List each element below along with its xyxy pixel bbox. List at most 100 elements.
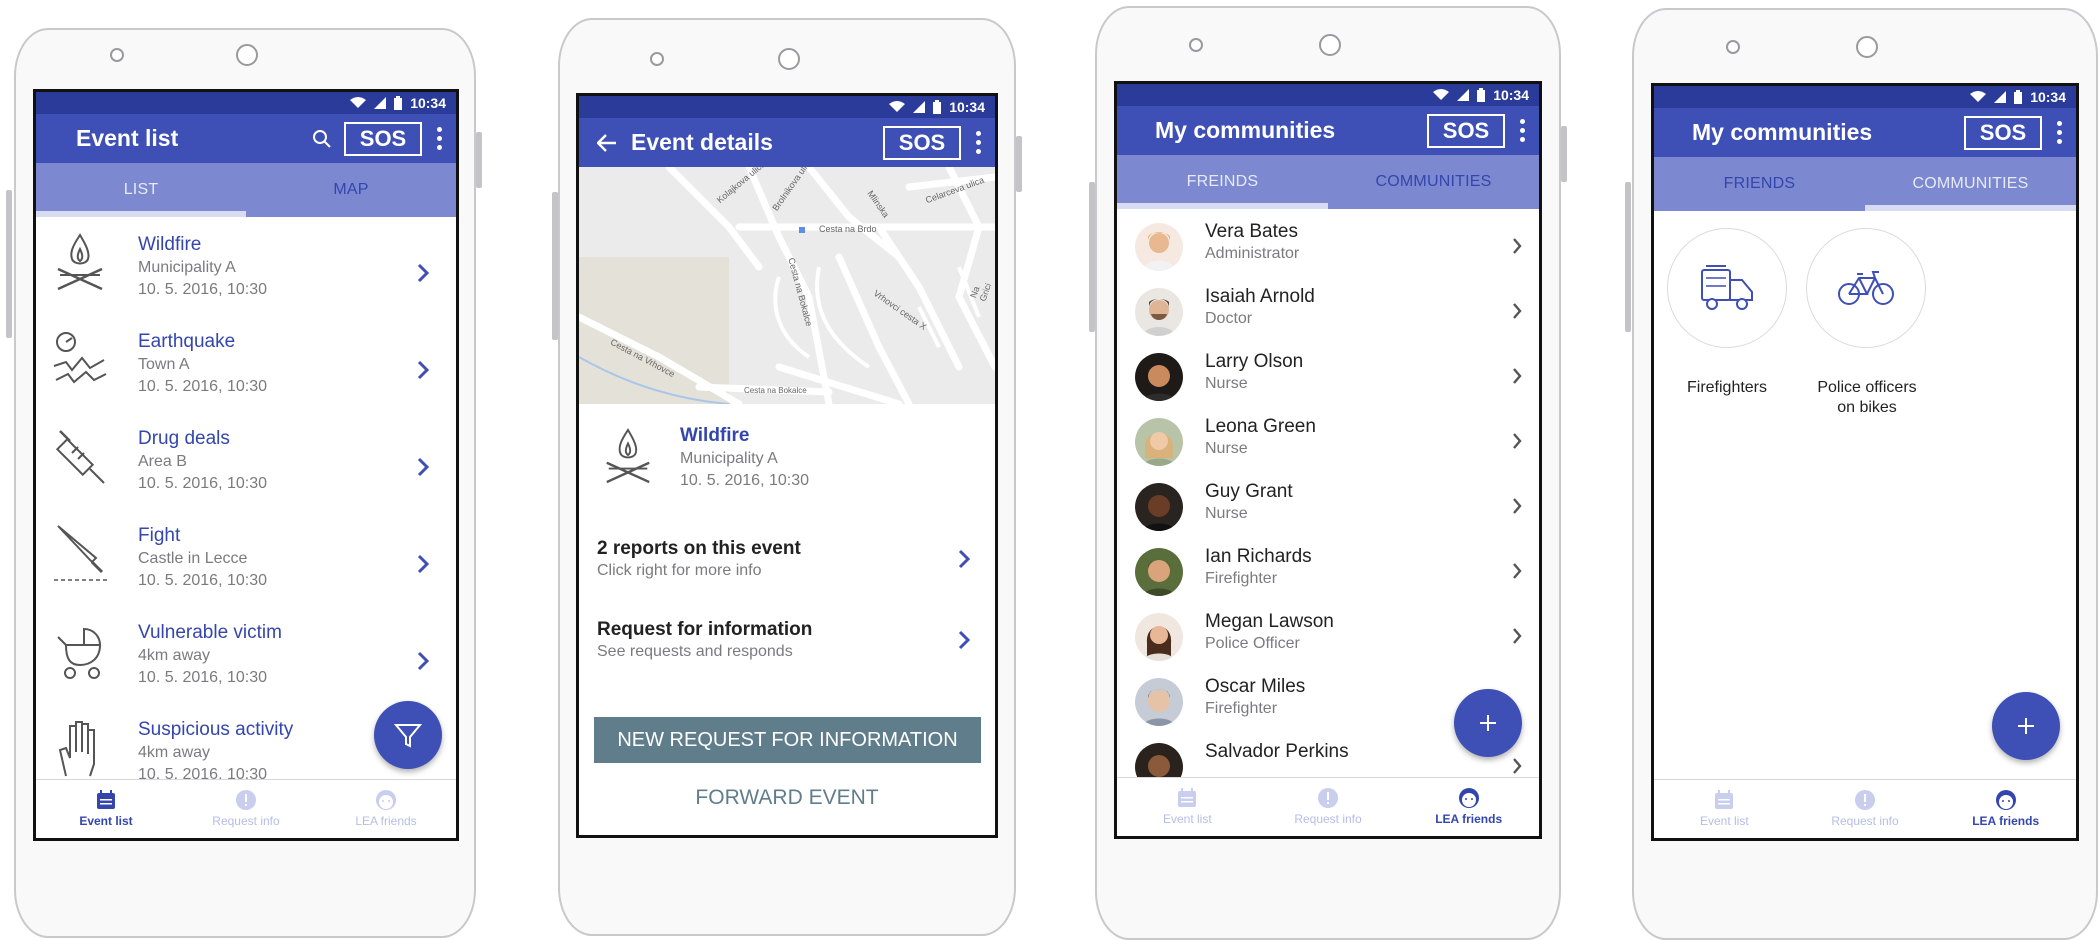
fire-truck-icon [1701, 265, 1753, 310]
list-item[interactable]: Ian Richards Firefighter [1117, 540, 1539, 605]
nav-request-info[interactable]: Request info [176, 780, 316, 838]
avatar [1135, 743, 1183, 777]
back-arrow-icon[interactable] [597, 133, 617, 152]
event-map[interactable]: Kolajkova ulica Brolnikova ulica Mlinska… [579, 167, 995, 404]
list-item[interactable]: Isaiah Arnold Doctor [1117, 280, 1539, 345]
avatar [1135, 613, 1183, 661]
list-item[interactable]: Leona Green Nurse [1117, 410, 1539, 475]
add-friend-button[interactable] [1454, 689, 1522, 757]
list-item[interactable]: Earthquake Town A 10. 5. 2016, 10:30 [36, 324, 456, 421]
event-title: Drug deals [138, 428, 230, 449]
add-community-button[interactable] [1992, 692, 2060, 760]
chevron-right-icon[interactable] [417, 554, 429, 574]
list-item[interactable]: Vera Bates Administrator [1117, 215, 1539, 280]
request-info-row[interactable]: Request for information See requests and… [579, 617, 995, 673]
status-time: 10:34 [949, 99, 985, 115]
chevron-right-icon[interactable] [417, 457, 429, 477]
page-title: Event details [631, 129, 773, 155]
more-menu-icon[interactable] [1519, 119, 1525, 142]
chevron-right-icon[interactable] [1512, 757, 1522, 775]
list-item[interactable]: Fight Castle in Lecce 10. 5. 2016, 10:30 [36, 518, 456, 615]
volume-button [1625, 182, 1631, 332]
chevron-right-icon[interactable] [1512, 237, 1522, 255]
nav-lea-friends[interactable]: LEA friends [1935, 780, 2076, 838]
more-menu-icon[interactable] [436, 127, 442, 150]
power-button [1016, 136, 1022, 192]
chevron-right-icon[interactable] [1512, 432, 1522, 450]
event-date: 10. 5. 2016, 10:30 [138, 766, 267, 779]
chevron-right-icon[interactable] [417, 360, 429, 380]
nav-request-info[interactable]: Request info [1258, 778, 1399, 836]
more-menu-icon[interactable] [2056, 121, 2062, 144]
row-subtitle: See requests and responds [597, 643, 793, 660]
nav-lea-friends[interactable]: LEA friends [316, 780, 456, 838]
tab-bar: FRIENDS COMMUNITIES [1654, 157, 2076, 211]
community-police-bikes[interactable] [1806, 228, 1926, 348]
community-firefighters[interactable] [1667, 228, 1787, 348]
calendar-icon [1715, 790, 1734, 809]
bottom-nav: Event list Request info LEA friends [1117, 777, 1539, 836]
knife-icon [54, 525, 108, 581]
list-item[interactable]: Guy Grant Nurse [1117, 475, 1539, 540]
tab-communities[interactable]: COMMUNITIES [1865, 157, 2076, 211]
tab-bar: LIST MAP [36, 163, 456, 217]
nav-request-info[interactable]: Request info [1795, 780, 1936, 838]
list-item[interactable]: Wildfire Municipality A 10. 5. 2016, 10:… [36, 227, 456, 324]
sos-button[interactable]: SOS [344, 121, 422, 156]
chevron-right-icon[interactable] [1512, 367, 1522, 385]
chevron-right-icon[interactable] [1512, 627, 1522, 645]
new-request-button[interactable]: NEW REQUEST FOR INFORMATION [594, 717, 981, 763]
friend-role: Police Officer [1205, 635, 1300, 652]
community-label-line: on bikes [1837, 399, 1897, 416]
nav-label: Request info [1294, 812, 1362, 826]
friend-name: Megan Lawson [1205, 611, 1334, 632]
event-list: Wildfire Municipality A 10. 5. 2016, 10:… [36, 217, 456, 779]
list-item[interactable]: Vulnerable victim 4km away 10. 5. 2016, … [36, 615, 456, 712]
tab-friends[interactable]: FREINDS [1117, 155, 1328, 209]
sos-button[interactable]: SOS [1964, 115, 2042, 150]
page-title: My communities [1692, 119, 1873, 145]
nav-event-list[interactable]: Event list [1654, 780, 1795, 838]
chevron-right-icon[interactable] [1512, 497, 1522, 515]
volume-button [6, 190, 12, 338]
tab-map[interactable]: MAP [246, 163, 456, 217]
friend-role: Nurse [1205, 440, 1248, 457]
sos-button[interactable]: SOS [883, 125, 961, 160]
exclamation-icon [1855, 790, 1875, 810]
chevron-right-icon[interactable] [958, 549, 970, 569]
sos-button[interactable]: SOS [1427, 113, 1505, 148]
list-item[interactable]: Larry Olson Nurse [1117, 345, 1539, 410]
list-item[interactable]: Drug deals Area B 10. 5. 2016, 10:30 [36, 421, 456, 518]
nav-label: LEA friends [1972, 814, 2040, 828]
avatar [1135, 678, 1183, 726]
nav-event-list[interactable]: Event list [36, 780, 176, 838]
chevron-right-icon[interactable] [1512, 302, 1522, 320]
screen-friends: 10:34 My communities SOS FREINDS COMMUNI… [1114, 81, 1542, 839]
search-icon[interactable] [312, 129, 332, 149]
filter-icon [393, 724, 423, 748]
battery-icon [2014, 90, 2023, 104]
forward-event-button[interactable]: FORWARD EVENT [579, 786, 995, 810]
chevron-right-icon[interactable] [417, 263, 429, 283]
nav-event-list[interactable]: Event list [1117, 778, 1258, 836]
chevron-right-icon[interactable] [1512, 562, 1522, 580]
filter-button[interactable] [374, 701, 442, 769]
status-time: 10:34 [410, 95, 446, 111]
more-menu-icon[interactable] [975, 131, 981, 154]
event-date: 10. 5. 2016, 10:30 [138, 281, 267, 298]
list-item[interactable]: Megan Lawson Police Officer [1117, 605, 1539, 670]
tab-communities[interactable]: COMMUNITIES [1328, 155, 1539, 209]
chevron-right-icon[interactable] [417, 651, 429, 671]
reports-row[interactable]: 2 reports on this event Click right for … [579, 536, 995, 592]
tab-list[interactable]: LIST [36, 163, 246, 217]
nav-lea-friends[interactable]: LEA friends [1398, 778, 1539, 836]
sensor-dot [650, 52, 664, 66]
chevron-right-icon[interactable] [958, 630, 970, 650]
nav-label: LEA friends [355, 814, 417, 828]
map-street-label: Cesta na Bokalce [744, 386, 807, 395]
event-title: Vulnerable victim [138, 622, 282, 643]
friend-name: Vera Bates [1205, 221, 1298, 242]
tab-friends[interactable]: FRIENDS [1654, 157, 1865, 211]
plus-icon [1480, 715, 1496, 731]
battery-icon [394, 96, 403, 110]
